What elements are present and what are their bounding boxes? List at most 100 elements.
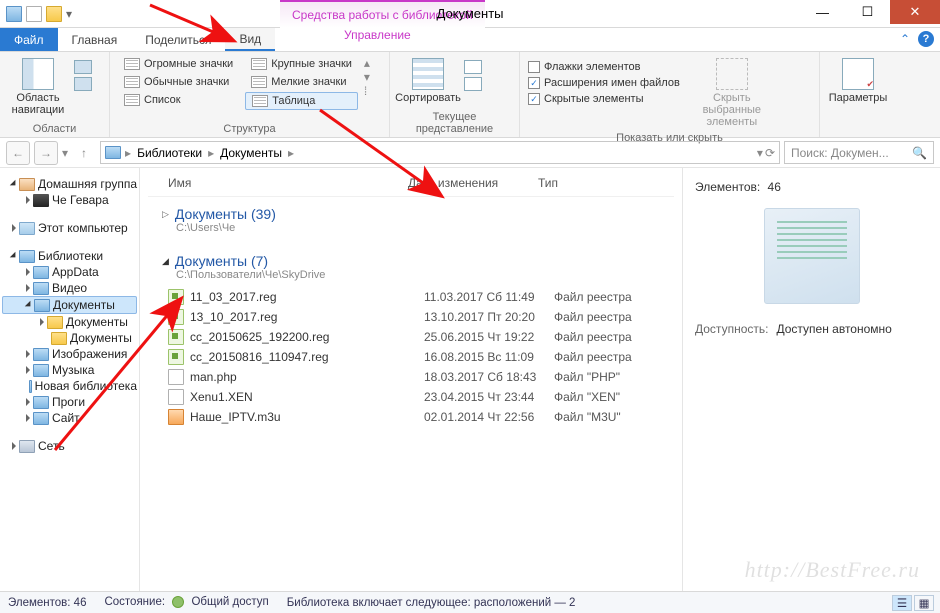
layout-small-icons[interactable]: Мелкие значки: [245, 74, 358, 90]
tree-site[interactable]: Сайт: [2, 410, 137, 426]
tab-share[interactable]: Поделиться: [131, 28, 225, 51]
file-row[interactable]: Наше_IPTV.m3u02.01.2014 Чт 22:56Файл "M3…: [148, 407, 674, 427]
forward-button[interactable]: →: [34, 141, 58, 165]
details-pane-icon[interactable]: [74, 77, 92, 91]
chevron-right-icon[interactable]: ▸: [123, 146, 133, 160]
address-bar[interactable]: ▸ Библиотеки ▸ Документы ▸ ▾ ⟳: [100, 141, 780, 164]
file-list[interactable]: Имя Дата изменения Тип ▷Документы (39) C…: [140, 168, 682, 592]
file-row[interactable]: cc_20150625_192200.reg25.06.2015 Чт 19:2…: [148, 327, 674, 347]
tree-images[interactable]: Изображения: [2, 346, 137, 362]
column-headers[interactable]: Имя Дата изменения Тип: [148, 172, 674, 197]
file-row[interactable]: cc_20150816_110947.reg16.08.2015 Вс 11:0…: [148, 347, 674, 367]
library-icon: [33, 396, 49, 409]
library-icon: [33, 348, 49, 361]
ribbon: Область навигации Области Огромные значк…: [0, 52, 940, 138]
tree-documents-sub1[interactable]: Документы: [2, 314, 137, 330]
layout-normal-label: Обычные значки: [144, 76, 229, 88]
qat-new-folder-icon[interactable]: [46, 6, 62, 22]
refresh-icon[interactable]: ⟳: [765, 146, 775, 160]
file-icon: [168, 329, 184, 345]
search-box[interactable]: Поиск: Докумен... 🔍: [784, 141, 934, 164]
tree-network[interactable]: Сеть: [2, 438, 137, 454]
breadcrumb-libraries[interactable]: Библиотеки: [135, 146, 204, 160]
help-icon[interactable]: ?: [918, 31, 934, 47]
fit-columns-icon[interactable]: [464, 77, 482, 91]
tree-documents-sub2[interactable]: Документы: [2, 330, 137, 346]
network-icon: [19, 440, 35, 453]
tree-user-che[interactable]: Че Гевара: [2, 192, 137, 208]
group-2-path: C:\Пользователи\Че\SkyDrive: [148, 269, 674, 287]
layout-huge-icons[interactable]: Огромные значки: [118, 56, 239, 72]
tree-video[interactable]: Видео: [2, 280, 137, 296]
file-type: Файл реестра: [554, 290, 674, 304]
file-row[interactable]: 13_10_2017.reg13.10.2017 Пт 20:20Файл ре…: [148, 307, 674, 327]
availability-label: Доступность:: [695, 322, 768, 336]
address-dropdown-icon[interactable]: ▾: [757, 146, 763, 160]
navigation-pane-button[interactable]: Область навигации: [8, 56, 68, 118]
qat-dropdown-icon[interactable]: ▾: [66, 7, 72, 21]
file-extensions-toggle[interactable]: ✓Расширения имен файлов: [528, 76, 680, 90]
file-type: Файл реестра: [554, 310, 674, 324]
details-view-button[interactable]: ☰: [892, 595, 912, 611]
details-thumbnail: [764, 208, 860, 304]
file-row[interactable]: man.php18.03.2017 Сб 18:43Файл "PHP": [148, 367, 674, 387]
tree-this-pc[interactable]: Этот компьютер: [2, 220, 137, 236]
sort-button[interactable]: Сортировать: [398, 56, 458, 106]
tree-libraries[interactable]: Библиотеки: [2, 248, 137, 264]
file-date: 18.03.2017 Сб 18:43: [424, 370, 554, 384]
layout-table[interactable]: Таблица: [245, 92, 358, 110]
breadcrumb-documents[interactable]: Документы: [218, 146, 284, 160]
column-type[interactable]: Тип: [538, 176, 648, 190]
close-button[interactable]: ✕: [890, 0, 940, 24]
tree-new-library[interactable]: Новая библиотека: [2, 378, 137, 394]
chevron-right-icon[interactable]: ▸: [286, 146, 296, 160]
group-header-1[interactable]: ▷Документы (39): [148, 203, 674, 222]
column-name[interactable]: Имя: [168, 176, 408, 190]
tab-manage[interactable]: Управление: [330, 28, 425, 42]
tab-view[interactable]: Вид: [225, 28, 275, 51]
item-checkboxes-toggle[interactable]: Флажки элементов: [528, 60, 680, 74]
layout-scroll-up-icon[interactable]: ▴: [364, 56, 370, 70]
group-header-2[interactable]: ◢Документы (7): [148, 250, 674, 269]
tree-progi[interactable]: Проги: [2, 394, 137, 410]
navigation-tree[interactable]: Домашняя группа Че Гевара Этот компьютер…: [0, 168, 140, 592]
layout-scroll-down-icon[interactable]: ▾: [364, 70, 370, 84]
tab-file[interactable]: Файл: [0, 28, 58, 51]
status-bar: Элементов: 46 Состояние: Общий доступ Би…: [0, 591, 940, 613]
layout-large-icons[interactable]: Крупные значки: [245, 56, 358, 72]
add-columns-icon[interactable]: [464, 60, 482, 74]
layout-expand-icon[interactable]: ⁞: [364, 84, 370, 98]
qat-properties-icon[interactable]: [26, 6, 42, 22]
file-row[interactable]: 11_03_2017.reg11.03.2017 Сб 11:49Файл ре…: [148, 287, 674, 307]
tree-music-label: Музыка: [52, 363, 94, 377]
layout-normal-icons[interactable]: Обычные значки: [118, 74, 239, 90]
ribbon-collapse-icon[interactable]: ⌃: [900, 32, 910, 46]
tree-documents-label: Документы: [53, 298, 115, 312]
thumbnails-view-button[interactable]: ▦: [914, 595, 934, 611]
options-button[interactable]: ✔ Параметры: [828, 56, 888, 106]
file-icon: [168, 369, 184, 385]
file-row[interactable]: Xenu1.XEN23.04.2015 Чт 23:44Файл "XEN": [148, 387, 674, 407]
minimize-button[interactable]: —: [800, 0, 845, 24]
hidden-items-toggle[interactable]: ✓Скрытые элементы: [528, 92, 680, 106]
hide-selected-button[interactable]: Скрыть выбранные элементы: [692, 56, 772, 130]
panels-group-label: Области: [8, 123, 101, 135]
tree-appdata[interactable]: AppData: [2, 264, 137, 280]
history-dropdown-icon[interactable]: ▾: [62, 146, 68, 160]
maximize-button[interactable]: ☐: [845, 0, 890, 24]
tree-homegroup[interactable]: Домашняя группа: [2, 176, 137, 192]
chevron-right-icon[interactable]: ▸: [206, 146, 216, 160]
tree-music[interactable]: Музыка: [2, 362, 137, 378]
up-button[interactable]: ↑: [72, 141, 96, 165]
tab-home[interactable]: Главная: [58, 28, 132, 51]
layout-list[interactable]: Список: [118, 92, 239, 108]
file-type: Файл "PHP": [554, 370, 674, 384]
folder-icon: [51, 332, 67, 345]
column-date[interactable]: Дата изменения: [408, 176, 538, 190]
details-count: Элементов: 46: [695, 180, 928, 194]
library-icon: [29, 380, 31, 393]
preview-pane-icon[interactable]: [74, 60, 92, 74]
back-button[interactable]: ←: [6, 141, 30, 165]
tree-documents[interactable]: Документы: [2, 296, 137, 314]
file-name: man.php: [190, 370, 424, 384]
